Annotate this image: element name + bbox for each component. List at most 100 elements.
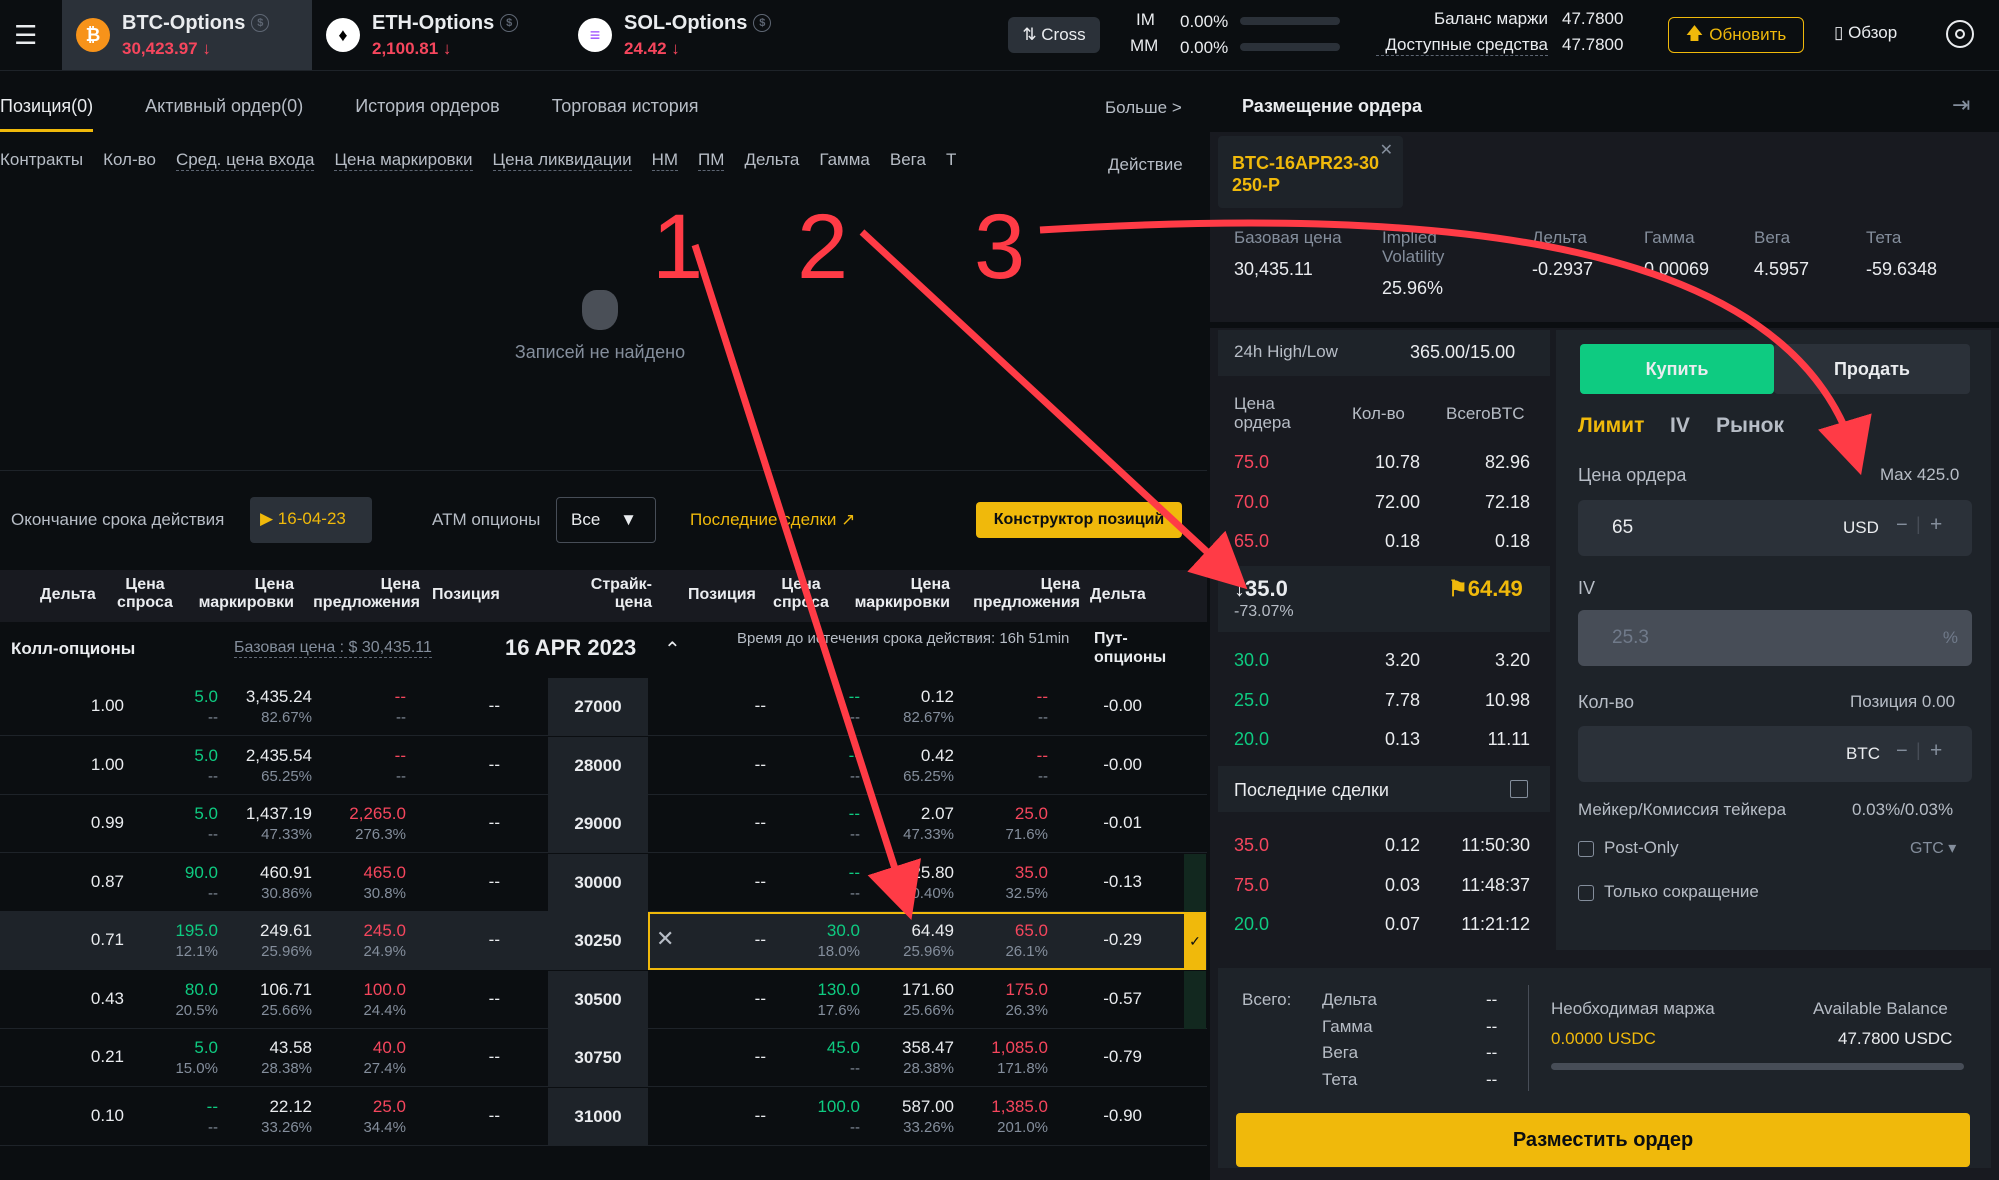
checkbox[interactable] (1578, 884, 1594, 901)
put-ask-value: 1,085.0 (991, 1038, 1048, 1057)
expiry-select[interactable]: ▶ 16-04-23 (250, 497, 372, 543)
price-input[interactable]: 65 USD − | + (1578, 500, 1972, 556)
call-delta: 1.00 (60, 755, 124, 775)
down-arrow-icon: ↓ (442, 38, 452, 58)
strike-cell[interactable]: 31000 (548, 1087, 648, 1146)
ob-price: 30.0 (1234, 650, 1270, 670)
table-row[interactable]: 0.43 80.0 20.5% 106.71 25.66% 100.0 24.4% -- -- 1… (0, 970, 1207, 1029)
minus-icon[interactable]: − (1896, 514, 1908, 537)
time-to-expiry: Время до истечения срока действия: 16h 5… (737, 630, 1070, 647)
plus-icon[interactable]: + (1930, 513, 1942, 537)
ob-hdr-price: Цена ордера (1234, 394, 1291, 432)
menu-icon[interactable]: ☰ (14, 20, 44, 50)
strike-cell[interactable]: 30000 (548, 853, 648, 912)
sell-button[interactable]: Продать (1774, 344, 1970, 394)
strike-cell[interactable]: 30750 (548, 1029, 648, 1087)
tif-select[interactable]: GTC ▾ (1910, 838, 1956, 858)
plus-icon[interactable]: + (1930, 739, 1942, 763)
strike-cell[interactable]: 28000 (548, 736, 648, 795)
asset-tab-eth[interactable]: ♦ ETH-Options $ 2,100.81 ↓ (312, 0, 557, 70)
flag-icon: ⚑ (1448, 576, 1468, 601)
atm-select[interactable]: Все ▼ (556, 497, 656, 543)
cross-margin-button[interactable]: ⇅ Cross (1008, 17, 1100, 53)
btc-coin-icon: ₿ (76, 18, 110, 52)
buy-button[interactable]: Купить (1580, 344, 1774, 394)
settings-icon[interactable] (1946, 20, 1974, 48)
table-row[interactable]: 0.87 90.0 -- 460.91 30.86% 465.0 30.8% -- -- -- --… (0, 853, 1207, 912)
qty-input[interactable]: BTC − | + (1578, 726, 1972, 782)
strike-cell[interactable]: 30250 (548, 912, 648, 970)
call-mark: 2,435.54 65.25% (200, 746, 312, 785)
call-ask: 2,265.0 276.3% (300, 804, 406, 843)
table-row[interactable]: 0.71 195.0 12.1% 249.61 25.96% 245.0 24.9% -- --… (0, 912, 1207, 970)
table-row[interactable]: 1.00 5.0 -- 2,435.54 65.25% -- -- -- -- -- -- 0.42 6… (0, 736, 1207, 795)
call-ask: 465.0 30.8% (300, 863, 406, 902)
collapse-icon[interactable]: ⇥ (1952, 92, 1970, 118)
strike-cell[interactable]: 30500 (548, 970, 648, 1029)
expand-icon[interactable] (1510, 780, 1528, 798)
call-position: -- (450, 872, 500, 892)
greek-value: -59.6348 (1866, 259, 1938, 279)
call-ask: -- -- (300, 746, 406, 785)
table-row[interactable]: 1.00 5.0 -- 3,435.24 82.67% -- -- -- -- -- -- 0.12 8… (0, 678, 1207, 736)
contract-chip[interactable]: BTC-16APR23-30250-P ✕ (1218, 136, 1403, 208)
call-delta-value: 0.43 (90, 988, 124, 1008)
overview-button[interactable]: ▯ Обзор (1834, 23, 1897, 43)
tab-positions[interactable]: Позиция(0) (0, 82, 94, 132)
order-type-iv[interactable]: IV (1670, 414, 1690, 438)
put-position: -- (700, 755, 766, 775)
close-icon[interactable]: ✕ (656, 926, 674, 952)
chevron-up-icon[interactable]: ⌃ (664, 637, 681, 662)
col-gamma: Гамма (819, 150, 870, 169)
tab-active-orders[interactable]: Активный ордер(0) (145, 82, 303, 132)
call-delta-value: 0.99 (90, 813, 124, 832)
close-icon[interactable]: ✕ (1380, 140, 1393, 160)
asset-tab-sol[interactable]: ≡ SOL-Options $ 24.42 ↓ (564, 0, 809, 70)
checkbox[interactable] (1578, 840, 1594, 857)
update-button[interactable]: 🡅 Обновить (1668, 17, 1804, 53)
last-trades-link[interactable]: Последние сделки ↗ (690, 510, 855, 530)
mark-price: ⚑64.49 (1448, 576, 1523, 602)
put-bid-value: -- (848, 687, 860, 706)
call-ask-iv: -- (396, 709, 406, 726)
put-position: -- (700, 989, 766, 1009)
reduce-only-option[interactable]: Только сокращение (1578, 882, 1759, 902)
position-builder-button[interactable]: Конструктор позиций (976, 502, 1182, 538)
call-ask-iv: 24.4% (363, 1001, 406, 1019)
call-mark-iv: 47.33% (261, 826, 312, 843)
strike-cell[interactable]: 29000 (548, 795, 648, 853)
call-delta: 0.21 (60, 1047, 124, 1067)
asset-tab-btc[interactable]: ₿ BTC-Options $ 30,423.97 ↓ (62, 0, 312, 70)
table-row[interactable]: 0.99 5.0 -- 1,437.19 47.33% 2,265.0 276.3% -- --… (0, 795, 1207, 853)
more-link[interactable]: Больше > (1105, 98, 1182, 118)
call-mark: 22.12 33.26% (200, 1097, 312, 1136)
tab-trade-history[interactable]: Торговая история (552, 82, 699, 132)
position-label: Позиция 0.00 (1850, 692, 1956, 711)
avail-value: 47.7800 USDC (1838, 1029, 1953, 1048)
overview-label: Обзор (1848, 23, 1898, 42)
post-only-option[interactable]: Post-Only (1578, 838, 1679, 858)
put-bid-iv: -- (850, 1118, 860, 1136)
put-delta-value: -0.79 (1103, 1047, 1142, 1066)
strike-cell[interactable]: 27000 (548, 678, 648, 736)
order-type-limit[interactable]: Лимит (1578, 414, 1644, 438)
check-icon[interactable]: ✓ (1184, 912, 1206, 970)
call-delta-value: 1.00 (90, 754, 124, 774)
call-mark-iv: 25.66% (261, 1001, 312, 1019)
call-ask-iv: -- (396, 767, 406, 785)
ob-qty: 72.00 (1374, 491, 1420, 512)
asset-price: 2,100.81 (372, 38, 439, 58)
table-row[interactable]: 0.21 5.0 15.0% 43.58 28.38% 40.0 27.4% -- -- 45.0… (0, 1029, 1207, 1087)
update-label: Обновить (1709, 25, 1787, 44)
put-position-value: -- (754, 988, 766, 1008)
trade-qty: 0.03 (1384, 874, 1420, 895)
annotation-label-3: 3 (974, 196, 1025, 298)
order-type-market[interactable]: Рынок (1716, 414, 1784, 438)
tab-order-history[interactable]: История ордеров (355, 82, 500, 132)
expiry-label: Окончание срока действия (11, 510, 225, 529)
asset-price: 30,423.97 (122, 38, 198, 58)
col-contracts: Контракты (0, 150, 84, 169)
place-order-button[interactable]: Разместить ордер (1236, 1113, 1970, 1167)
minus-icon[interactable]: − (1896, 740, 1908, 763)
table-row[interactable]: 0.10 -- -- 22.12 33.26% 25.0 34.4% -- -- 100.0 -- 5… (0, 1087, 1207, 1146)
